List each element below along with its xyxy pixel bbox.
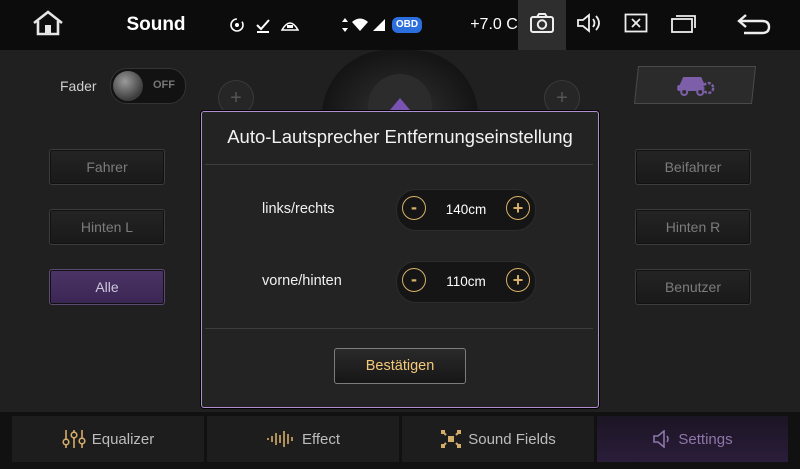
obd-icon: OBD (391, 0, 423, 50)
front-back-decrease-button[interactable]: - (402, 268, 426, 292)
left-right-label: links/rechts (262, 201, 335, 217)
alle-button[interactable]: Alle (49, 269, 165, 305)
wifi-icon (350, 0, 370, 50)
waveform-icon (266, 430, 296, 448)
dialog-divider-bottom (205, 328, 593, 329)
sound-fields-icon (440, 429, 462, 449)
close-app-button[interactable] (616, 0, 656, 50)
tab-sound-fields-label: Sound Fields (468, 430, 556, 448)
close-box-icon (624, 13, 648, 38)
front-back-stepper: - 110cm + (396, 261, 536, 303)
dialog-divider-top (205, 164, 593, 165)
left-right-increase-button[interactable]: + (506, 196, 530, 220)
fader-toggle[interactable]: OFF (110, 68, 186, 104)
confirm-button[interactable]: Bestätigen (334, 348, 466, 384)
status-bar: Sound OBD +7.0 C (0, 0, 800, 50)
tab-sound-fields[interactable]: Sound Fields (402, 416, 594, 462)
benutzer-button[interactable]: Benutzer (635, 269, 751, 305)
home-icon (31, 9, 65, 41)
fader-label: Fader (60, 78, 97, 94)
tab-effect[interactable]: Effect (207, 416, 399, 462)
dialog-title: Auto-Lautsprecher Entfernungseinstellung (227, 126, 573, 147)
volume-icon (576, 12, 604, 39)
temperature-readout: +7.0 C (470, 16, 518, 33)
app-title: Sound (126, 14, 186, 35)
car-gear-icon (673, 70, 716, 101)
front-back-label: vorne/hinten (262, 273, 342, 289)
back-icon (736, 11, 772, 40)
volume-button[interactable] (570, 0, 610, 50)
obd-badge: OBD (391, 17, 423, 33)
arrow-up-icon (390, 98, 410, 110)
home-button[interactable] (20, 0, 76, 50)
car-status-icon (278, 0, 302, 50)
bottom-tab-bar: Equalizer Effect Sound Fields Settings (0, 412, 800, 469)
fader-toggle-knob (113, 71, 143, 101)
check-download-icon (252, 0, 274, 50)
front-back-increase-button[interactable]: + (506, 268, 530, 292)
speaker-distance-dialog: Auto-Lautsprecher Entfernungseinstellung… (201, 111, 599, 408)
speaker-icon (652, 430, 672, 448)
tab-equalizer[interactable]: Equalizer (12, 416, 204, 462)
tab-settings[interactable]: Settings (597, 416, 788, 462)
fahrer-button[interactable]: Fahrer (49, 149, 165, 185)
fader-state-label: OFF (153, 79, 175, 91)
left-right-stepper: - 140cm + (396, 189, 536, 231)
camera-button[interactable] (518, 0, 566, 50)
window-icon (670, 12, 698, 39)
car-settings-button[interactable] (634, 66, 756, 104)
tab-equalizer-label: Equalizer (91, 430, 155, 448)
tab-settings-label: Settings (678, 430, 733, 448)
front-back-value: 110cm (446, 273, 486, 289)
beifahrer-button[interactable]: Beifahrer (635, 149, 751, 185)
recent-apps-button[interactable] (662, 0, 706, 50)
hinten-l-button[interactable]: Hinten L (49, 209, 165, 245)
back-button[interactable] (728, 0, 780, 50)
tab-effect-label: Effect (301, 430, 341, 448)
signal-icon (370, 0, 388, 50)
camera-icon (529, 12, 555, 39)
sync-icon (226, 0, 248, 50)
left-right-decrease-button[interactable]: - (402, 196, 426, 220)
hinten-r-button[interactable]: Hinten R (635, 209, 751, 245)
left-right-value: 140cm (445, 201, 487, 217)
equalizer-icon (62, 429, 86, 449)
